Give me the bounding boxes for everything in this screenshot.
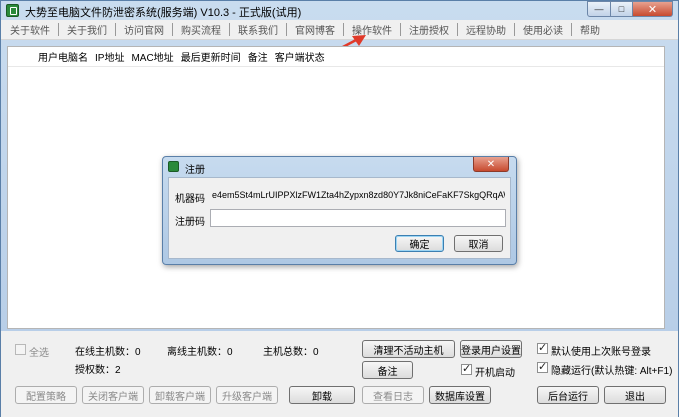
menu-separator: [229, 23, 230, 36]
dialog-app-icon: [168, 161, 179, 172]
menu-about-us[interactable]: 关于我们: [62, 22, 112, 37]
autostart-checkbox[interactable]: [461, 362, 472, 375]
hidden-run-checkbox[interactable]: [537, 360, 548, 373]
total-count: 主机总数：0: [263, 347, 319, 358]
hidden-run-label: 隐藏运行(默认热键: Alt+F1): [551, 366, 673, 377]
app-icon: [6, 4, 19, 17]
default-last-account-checkbox[interactable]: [537, 341, 548, 354]
title-bar[interactable]: 大势至电脑文件防泄密系统(服务端) V10.3 - 正式版(试用) — □ ✕: [1, 1, 678, 20]
maximize-button[interactable]: □: [611, 1, 633, 17]
offline-count: 离线主机数：0: [167, 347, 233, 358]
column-header[interactable]: 最后更新时间: [181, 49, 241, 64]
column-header[interactable]: 客户端状态: [275, 49, 325, 64]
reg-code-input[interactable]: [210, 209, 506, 227]
menu-about-software[interactable]: 关于软件: [5, 22, 55, 37]
database-settings-button[interactable]: 数据库设置: [429, 386, 491, 404]
menu-separator: [172, 23, 173, 36]
view-log-button[interactable]: 查看日志: [362, 386, 424, 404]
minimize-button[interactable]: —: [587, 1, 611, 17]
clear-inactive-button[interactable]: 清理不活动主机: [362, 340, 455, 358]
menu-register[interactable]: 注册授权: [404, 22, 454, 37]
window-title: 大势至电脑文件防泄密系统(服务端) V10.3 - 正式版(试用): [25, 7, 302, 19]
machine-code-label: 机器码: [175, 194, 205, 205]
license-count: 授权数：2: [75, 365, 121, 376]
menu-separator: [58, 23, 59, 36]
column-header[interactable]: IP地址: [95, 49, 124, 64]
select-all-label: 全选: [29, 348, 49, 359]
close-button[interactable]: ✕: [633, 1, 673, 17]
menu-separator: [115, 23, 116, 36]
window-controls: — □ ✕: [587, 1, 673, 18]
menu-separator: [571, 23, 572, 36]
dialog-body: 机器码 e4em5St4mLrUIPPXlzFW1Zta4hZypxn8zd80…: [168, 177, 511, 259]
register-dialog: 注册 ✕ 机器码 e4em5St4mLrUIPPXlzFW1Zta4hZypxn…: [162, 156, 517, 265]
column-header[interactable]: 用户电脑名: [38, 49, 88, 64]
upgrade-client-button[interactable]: 升级客户端: [216, 386, 278, 404]
autostart-label: 开机启动: [475, 368, 515, 379]
menu-website[interactable]: 访问官网: [119, 22, 169, 37]
column-header[interactable]: MAC地址: [131, 49, 173, 64]
background-run-button[interactable]: 后台运行: [537, 386, 599, 404]
column-header[interactable]: 备注: [248, 49, 268, 64]
machine-code-field[interactable]: e4em5St4mLrUIPPXlzFW1Zta4hZypxn8zd80Y7Jk…: [208, 187, 506, 205]
uninstall-button[interactable]: 卸载: [289, 386, 355, 404]
config-policy-button[interactable]: 配置策略: [15, 386, 77, 404]
uninstall-client-button[interactable]: 卸载客户端: [149, 386, 211, 404]
menu-contact[interactable]: 联系我们: [233, 22, 283, 37]
online-count: 在线主机数：0: [75, 347, 141, 358]
control-panel: 全选 在线主机数：0 离线主机数：0 主机总数：0 授权数：2 清理不活动主机 …: [1, 331, 678, 417]
dialog-title: 注册: [185, 165, 205, 176]
reg-code-label: 注册码: [175, 217, 205, 228]
menu-help[interactable]: 帮助: [575, 22, 605, 37]
menu-separator: [286, 23, 287, 36]
dialog-close-button[interactable]: ✕: [473, 157, 509, 172]
default-last-account-label: 默认使用上次账号登录: [551, 347, 651, 358]
menu-separator: [457, 23, 458, 36]
menu-must-read[interactable]: 使用必读: [518, 22, 568, 37]
exit-button[interactable]: 退出: [604, 386, 666, 404]
main-window: 大势至电脑文件防泄密系统(服务端) V10.3 - 正式版(试用) — □ ✕ …: [0, 0, 679, 417]
menu-purchase[interactable]: 购买流程: [176, 22, 226, 37]
login-settings-button[interactable]: 登录用户设置: [460, 340, 522, 358]
remark-button[interactable]: 备注: [362, 361, 413, 379]
menu-separator: [400, 23, 401, 36]
select-all-checkbox[interactable]: [15, 344, 26, 355]
menu-separator: [514, 23, 515, 36]
close-client-button[interactable]: 关闭客户端: [82, 386, 144, 404]
cancel-button[interactable]: 取消: [454, 235, 503, 252]
menu-remote-help[interactable]: 远程协助: [461, 22, 511, 37]
ok-button[interactable]: 确定: [395, 235, 444, 252]
list-header: 用户电脑名 IP地址 MAC地址 最后更新时间 备注 客户端状态: [8, 47, 664, 67]
